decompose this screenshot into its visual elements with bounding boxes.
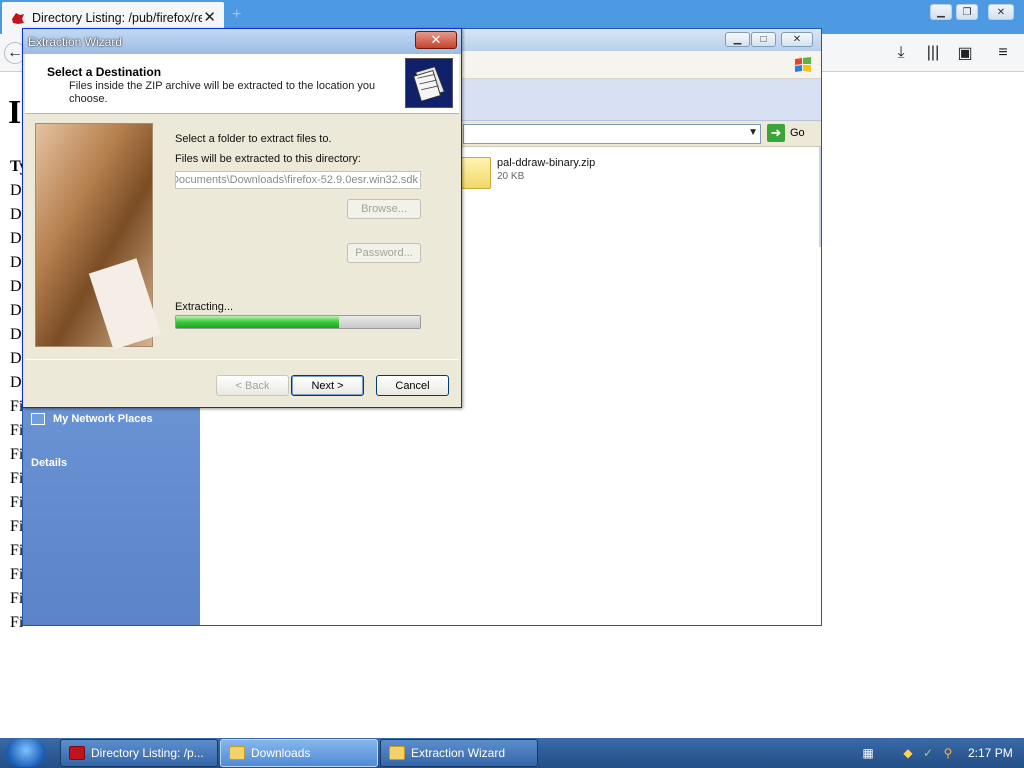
extract-directory-label: Files will be extracted to this director… [175,153,361,165]
explorer-scrollbar[interactable] [819,147,821,247]
wizard-subtext: Files inside the ZIP archive will be ext… [69,80,376,105]
zip-file-name: pal-ddraw-binary.zip [497,157,596,169]
taskbar-item-label: Extraction Wizard [411,746,506,760]
minimize-icon[interactable]: ▁ [725,32,750,47]
destination-field[interactable]: Documents\Downloads\firefox-52.9.0esr.wi… [175,171,421,189]
my-network-places-label: My Network Places [53,413,153,425]
wizard-side-image [35,123,162,350]
tab-title: Directory Listing: /pub/firefox/re [32,11,202,25]
system-tray: ▦ ◆ ✓ ⚲ [860,738,960,768]
network-places-icon [31,413,45,425]
shield-icon[interactable]: ◆ [900,745,916,761]
close-window-icon[interactable]: ✕ [988,4,1014,20]
cancel-button[interactable]: Cancel [376,375,449,396]
taskbar-item-extraction-wizard[interactable]: Extraction Wizard [380,739,538,767]
firefox-ftp-favicon-icon [12,13,24,24]
zip-folder-icon [461,157,491,189]
extracting-label: Extracting... [175,301,234,313]
wizard-body: Select a folder to extract files to. Fil… [25,115,459,359]
taskbar: Directory Listing: /p... Downloads Extra… [0,738,1024,768]
close-icon[interactable]: ✕ [781,32,813,47]
list-item-type: D [10,350,22,367]
folder-icon [229,746,245,760]
details-label: Details [31,457,68,469]
wizard-title: Extraction Wizard [28,35,123,49]
list-item-type: D [10,326,22,343]
extraction-progress-bar [175,315,421,329]
downloads-icon[interactable]: ⤓ [890,42,912,64]
back-button[interactable]: < Back [216,375,289,396]
next-button[interactable]: Next > [291,375,364,396]
go-button[interactable]: ➜ Go [767,124,805,142]
list-item-type: D [10,278,22,295]
browse-button[interactable]: Browse... [347,199,421,219]
wizard-heading: Select a Destination [47,65,162,79]
list-item-type: D [10,182,22,199]
close-icon[interactable]: ✕ [415,31,457,49]
clock: 2:17 PM [968,746,1013,760]
zip-folders-icon [405,58,453,108]
taskbar-item-downloads[interactable]: Downloads [220,739,378,767]
list-item-type: D [10,254,22,271]
start-button[interactable] [6,739,46,767]
address-input[interactable]: ▼ [463,124,761,144]
details-section-header[interactable]: Details [31,457,67,469]
select-folder-label: Select a folder to extract files to. [175,133,332,145]
library-icon[interactable]: ||| [922,42,944,64]
windows-logo-icon [795,57,811,72]
folder-icon [389,746,405,760]
search-icon[interactable]: ⚲ [940,745,956,761]
list-item-type: D [10,302,22,319]
taskbar-item-label: Directory Listing: /p... [91,746,204,760]
maximize-icon[interactable]: □ [751,32,776,47]
network-icon[interactable]: ✓ [920,745,936,761]
minimize-icon[interactable]: ▁ [930,4,952,20]
wizard-title-bar: Extraction Wizard ✕ [23,29,461,54]
chevron-down-icon[interactable]: ▼ [748,127,758,138]
page-heading: I [8,94,22,131]
extraction-wizard-dialog: Extraction Wizard ✕ Select a Destination… [22,28,462,408]
divider [25,359,459,360]
password-button[interactable]: Password... [347,243,421,263]
wizard-header: Select a Destination Files inside the ZI… [25,54,459,114]
list-item-type: D [10,206,22,223]
taskbar-item-browser[interactable]: Directory Listing: /p... [60,739,218,767]
go-arrow-icon: ➜ [767,124,785,142]
firefox-icon [69,746,85,760]
new-tab-icon[interactable]: + [232,6,241,24]
my-network-places-link[interactable]: My Network Places [31,413,153,425]
sidebar-icon[interactable]: ▣ [954,42,976,64]
go-label: Go [790,127,805,139]
zip-file-size: 20 KB [497,171,525,182]
close-tab-icon[interactable]: ✕ [203,8,216,26]
restore-icon[interactable]: ❐ [956,4,978,20]
keyboard-icon[interactable]: ▦ [860,745,876,761]
progress-fill [176,316,340,328]
list-item-type: D [10,230,22,247]
menu-icon[interactable]: ≡ [992,42,1014,64]
list-item-type: D [10,374,22,391]
zip-file-item[interactable]: pal-ddraw-binary.zip 20 KB [461,157,595,189]
taskbar-item-label: Downloads [251,746,311,760]
